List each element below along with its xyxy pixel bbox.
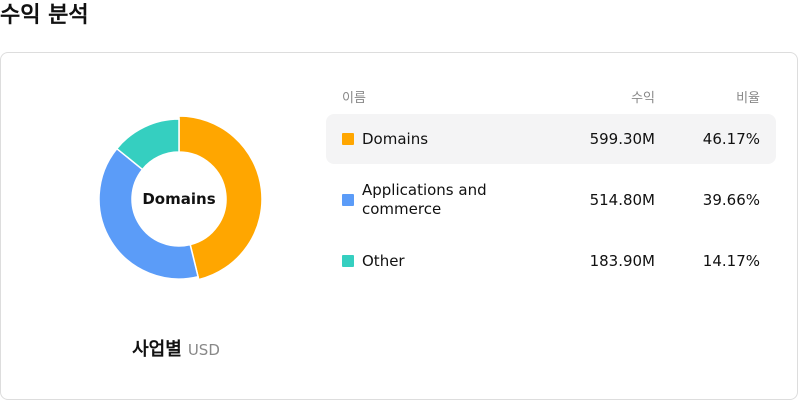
table-header: 이름 수익 비율 <box>326 81 776 113</box>
row-label: Domains <box>362 129 429 148</box>
row-pct: 39.66% <box>702 191 760 209</box>
donut-chart: Domains <box>81 101 277 297</box>
row-pct: 46.17% <box>702 130 760 148</box>
legend-swatch-applications <box>342 194 354 206</box>
row-pct: 14.17% <box>702 252 760 270</box>
table-row-domains[interactable]: Domains 599.30M 46.17% <box>326 114 776 164</box>
revenue-table: 이름 수익 비율 Domains 599.30M 46.17% Applicat… <box>326 81 776 286</box>
row-value: 514.80M <box>589 191 655 209</box>
header-value: 수익 <box>631 91 655 106</box>
table-row-applications[interactable]: Applications and commerce 514.80M 39.66% <box>326 164 776 236</box>
row-value: 183.90M <box>589 252 655 270</box>
donut-center-label: Domains <box>142 190 216 208</box>
legend-swatch-domains <box>342 133 354 145</box>
chart-caption-unit: USD <box>187 341 220 359</box>
header-name: 이름 <box>342 91 366 106</box>
row-label: Applications and commerce <box>362 181 487 218</box>
chart-caption: 사업별 USD <box>1 335 351 361</box>
page-title: 수익 분석 <box>0 3 89 28</box>
revenue-card: Domains 사업별 USD 이름 수익 비율 Domains 599.30M … <box>0 52 798 400</box>
row-value: 599.30M <box>589 130 655 148</box>
table-row-other[interactable]: Other 183.90M 14.17% <box>326 236 776 286</box>
row-label: Other <box>362 251 405 270</box>
legend-swatch-other <box>342 255 354 267</box>
header-pct: 비율 <box>736 91 760 106</box>
chart-caption-title: 사업별 <box>132 339 182 360</box>
